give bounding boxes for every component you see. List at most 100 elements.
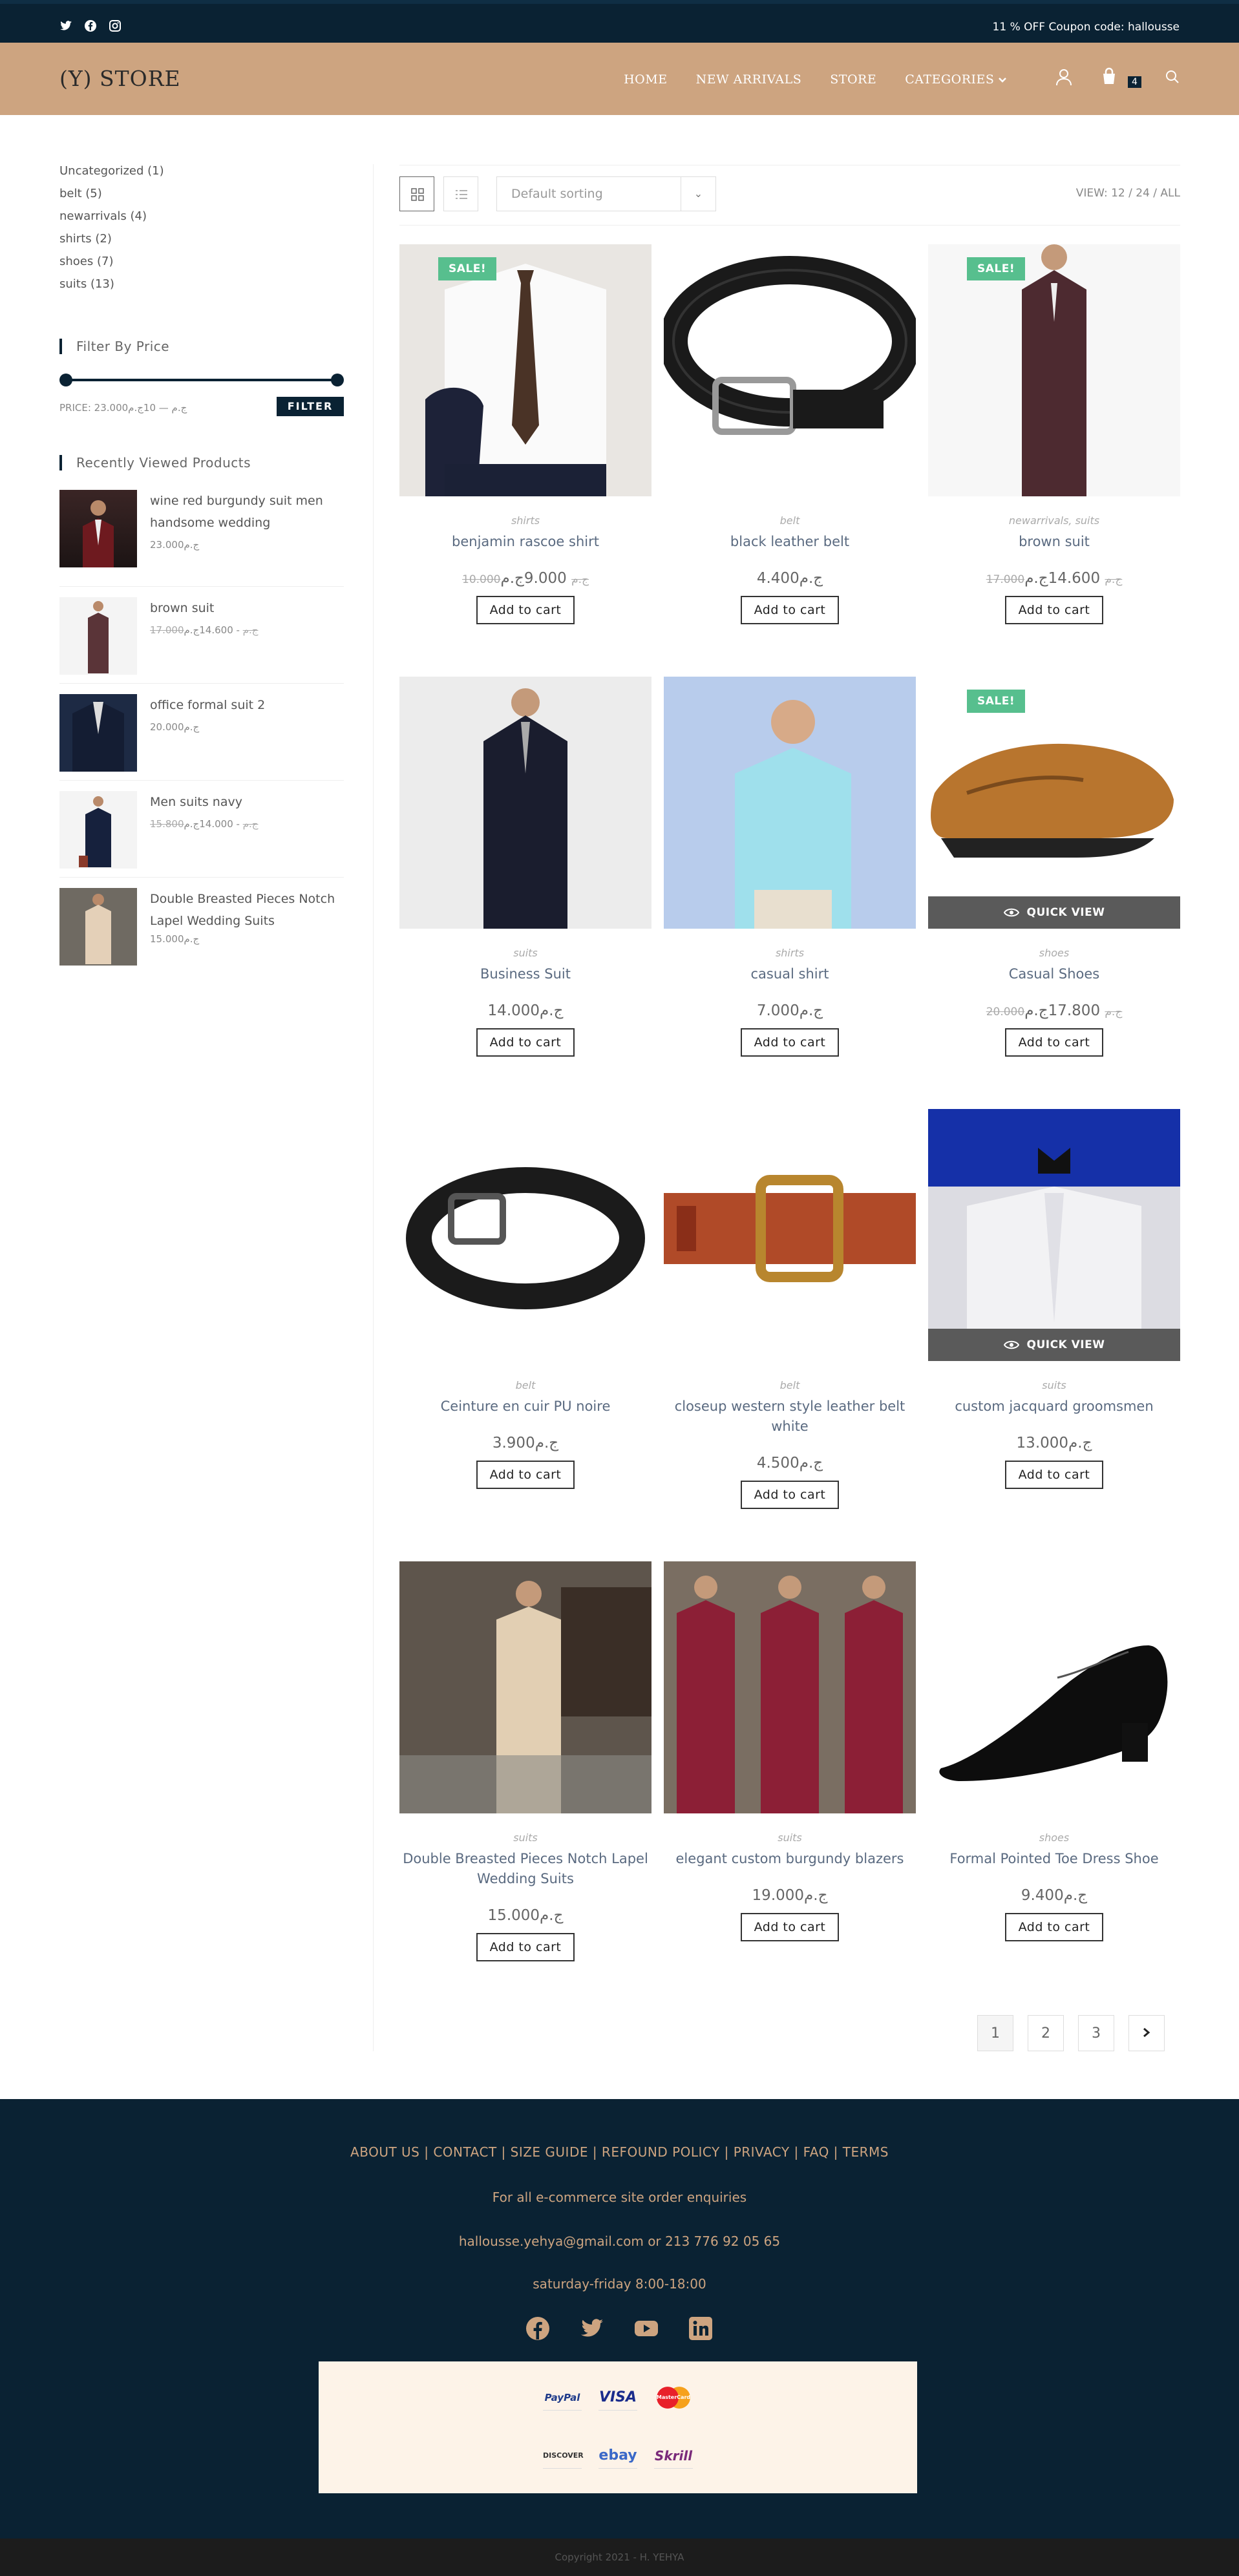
nav-store[interactable]: STORE: [830, 72, 876, 87]
product-title[interactable]: Business Suit: [399, 964, 651, 984]
quick-view-button[interactable]: QUICK VIEW: [928, 1329, 1180, 1361]
cart-icon[interactable]: 4: [1099, 67, 1141, 89]
product-category[interactable]: suits: [399, 947, 651, 959]
recent-product[interactable]: office formal suit 2 20.000ج.م: [59, 684, 344, 781]
product-image[interactable]: [928, 1561, 1180, 1813]
category-link[interactable]: belt (5): [59, 187, 344, 209]
product-image[interactable]: [664, 1561, 916, 1813]
product-title[interactable]: custom jacquard groomsmen: [928, 1397, 1180, 1417]
product-image[interactable]: [399, 1109, 651, 1361]
product-title[interactable]: Double Breasted Pieces Notch Lapel Weddi…: [399, 1849, 651, 1889]
product-category[interactable]: belt: [399, 1379, 651, 1391]
price-slider-min-handle[interactable]: [59, 374, 72, 386]
product-thumbnail[interactable]: [59, 694, 137, 772]
product-category[interactable]: newarrivals, suits: [928, 514, 1180, 527]
product-category[interactable]: shoes: [928, 1832, 1180, 1844]
add-to-cart-button[interactable]: Add to cart: [1005, 1028, 1103, 1057]
product-image[interactable]: SALE!: [399, 244, 651, 496]
product-thumbnail[interactable]: [59, 597, 137, 675]
price-slider[interactable]: [59, 374, 344, 386]
facebook-icon[interactable]: [525, 2316, 550, 2341]
price-slider-max-handle[interactable]: [331, 374, 344, 386]
instagram-icon[interactable]: [109, 19, 122, 32]
category-link[interactable]: newarrivals (4): [59, 209, 344, 232]
product-title[interactable]: black leather belt: [664, 532, 916, 552]
product-image[interactable]: [664, 244, 916, 496]
product-title[interactable]: benjamin rascoe shirt: [399, 532, 651, 552]
product-title[interactable]: Ceinture en cuir PU noire: [399, 1397, 651, 1417]
recent-product[interactable]: brown suit 17.000ج.م - 14.600ج.م: [59, 587, 344, 684]
product-title[interactable]: brown suit: [928, 532, 1180, 552]
category-link[interactable]: Uncategorized (1): [59, 164, 344, 187]
category-link[interactable]: suits (13): [59, 277, 344, 300]
next-page-button[interactable]: [1128, 2015, 1165, 2051]
add-to-cart-button[interactable]: Add to cart: [1005, 1461, 1103, 1489]
product-image[interactable]: [399, 1561, 651, 1813]
user-icon[interactable]: [1055, 68, 1072, 89]
product-image[interactable]: [664, 1109, 916, 1361]
product-category[interactable]: shirts: [664, 947, 916, 959]
category-link[interactable]: shoes (7): [59, 255, 344, 277]
search-icon[interactable]: [1165, 70, 1180, 87]
product-category[interactable]: suits: [664, 1832, 916, 1844]
add-to-cart-button[interactable]: Add to cart: [476, 1461, 575, 1489]
add-to-cart-button[interactable]: Add to cart: [476, 1933, 575, 1961]
recent-product-name[interactable]: wine red burgundy suit men handsome wedd…: [150, 490, 344, 534]
twitter-icon[interactable]: [580, 2316, 604, 2341]
footer-links[interactable]: ABOUT US | CONTACT | SIZE GUIDE | REFOUN…: [0, 2144, 1239, 2160]
add-to-cart-button[interactable]: Add to cart: [741, 1481, 839, 1509]
product-category[interactable]: shirts: [399, 514, 651, 527]
page-3-button[interactable]: 3: [1078, 2015, 1114, 2051]
nav-new-arrivals[interactable]: NEW ARRIVALS: [696, 72, 802, 87]
product-category[interactable]: shoes: [928, 947, 1180, 959]
site-logo[interactable]: (Y) STORE: [59, 66, 181, 91]
add-to-cart-button[interactable]: Add to cart: [476, 596, 575, 624]
product-title[interactable]: elegant custom burgundy blazers: [664, 1849, 916, 1869]
add-to-cart-button[interactable]: Add to cart: [741, 596, 839, 624]
add-to-cart-button[interactable]: Add to cart: [1005, 1913, 1103, 1941]
grid-view-button[interactable]: [399, 176, 434, 211]
product-title[interactable]: casual shirt: [664, 964, 916, 984]
view-count-selector[interactable]: VIEW: 12 / 24 / ALL: [1076, 187, 1180, 200]
add-to-cart-button[interactable]: Add to cart: [741, 1028, 839, 1057]
product-category[interactable]: suits: [928, 1379, 1180, 1391]
product-title[interactable]: Formal Pointed Toe Dress Shoe: [928, 1849, 1180, 1869]
product-image[interactable]: SALE!: [928, 244, 1180, 496]
recent-product-name[interactable]: brown suit: [150, 597, 344, 619]
recent-product-name[interactable]: office formal suit 2: [150, 694, 344, 716]
product-category[interactable]: belt: [664, 514, 916, 527]
add-to-cart-button[interactable]: Add to cart: [741, 1913, 839, 1941]
recent-product[interactable]: Men suits navy 15.800ج.م - 14.000ج.م: [59, 781, 344, 878]
product-category[interactable]: suits: [399, 1832, 651, 1844]
filter-button[interactable]: FILTER: [277, 397, 344, 416]
view-options[interactable]: 12 / 24 / ALL: [1111, 187, 1180, 200]
product-thumbnail[interactable]: [59, 791, 137, 869]
nav-home[interactable]: HOME: [624, 72, 667, 87]
sort-select[interactable]: Default sorting ⌄: [496, 176, 716, 211]
category-link[interactable]: shirts (2): [59, 232, 344, 255]
product-image[interactable]: [399, 677, 651, 929]
list-view-button[interactable]: [443, 176, 478, 211]
twitter-icon[interactable]: [59, 19, 72, 32]
recent-product-name[interactable]: Double Breasted Pieces Notch Lapel Weddi…: [150, 888, 344, 932]
quick-view-button[interactable]: QUICK VIEW: [928, 896, 1180, 929]
product-image[interactable]: QUICK VIEW: [928, 1109, 1180, 1361]
recent-product-name[interactable]: Men suits navy: [150, 791, 344, 813]
linkedin-icon[interactable]: [688, 2316, 713, 2341]
product-thumbnail[interactable]: [59, 490, 137, 567]
page-2-button[interactable]: 2: [1028, 2015, 1064, 2051]
page-1-button[interactable]: 1: [977, 2015, 1013, 2051]
add-to-cart-button[interactable]: Add to cart: [1005, 596, 1103, 624]
facebook-icon[interactable]: [84, 19, 97, 32]
add-to-cart-button[interactable]: Add to cart: [476, 1028, 575, 1057]
product-title[interactable]: Casual Shoes: [928, 964, 1180, 984]
product-image[interactable]: SALE! QUICK VIEW: [928, 677, 1180, 929]
youtube-icon[interactable]: [634, 2316, 659, 2341]
product-title[interactable]: closeup western style leather belt white: [664, 1397, 916, 1437]
product-thumbnail[interactable]: [59, 888, 137, 966]
nav-categories[interactable]: CATEGORIES: [905, 72, 1006, 87]
recent-product[interactable]: Double Breasted Pieces Notch Lapel Weddi…: [59, 878, 344, 975]
product-category[interactable]: belt: [664, 1379, 916, 1391]
recent-product[interactable]: wine red burgundy suit men handsome wedd…: [59, 490, 344, 587]
product-image[interactable]: [664, 677, 916, 929]
